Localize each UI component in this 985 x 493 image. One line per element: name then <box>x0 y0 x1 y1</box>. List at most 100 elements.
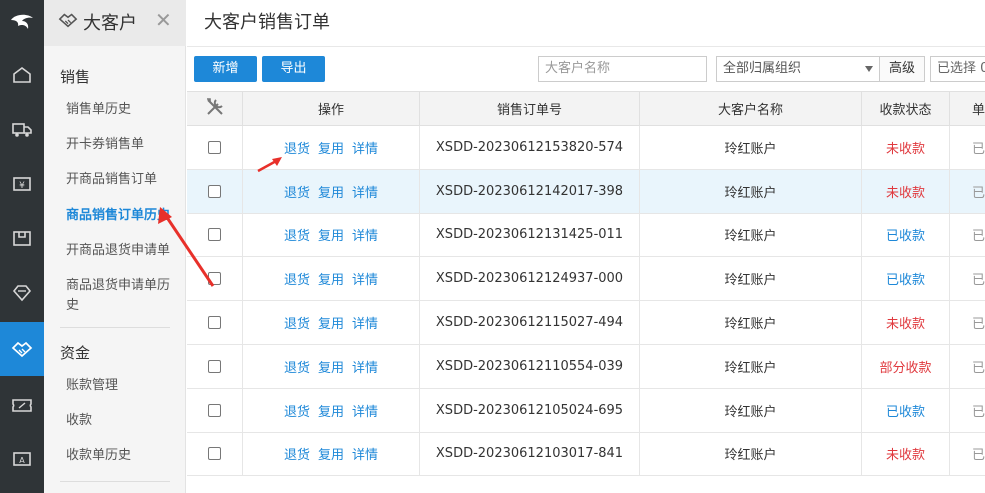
table-row[interactable]: 退货复用详情XSDD-20230612142017-398玲红账户未收款已完成 <box>187 169 985 214</box>
row-select-cell <box>187 432 243 476</box>
details-link[interactable]: 详情 <box>352 401 378 420</box>
return-link[interactable]: 退货 <box>284 357 310 376</box>
customer-name-cell: 玲红账户 <box>640 301 862 344</box>
id-card-icon[interactable]: A <box>0 432 44 486</box>
table-row[interactable]: 退货复用详情XSDD-20230612110554-039玲红账户部分收款已完成 <box>187 345 985 389</box>
return-link[interactable]: 退货 <box>284 269 310 288</box>
row-checkbox[interactable] <box>208 403 221 417</box>
order-no-cell: XSDD-20230612131425-011 <box>420 213 640 257</box>
svg-text:¥: ¥ <box>19 181 25 191</box>
order-no-cell: XSDD-20230612153820-574 <box>420 126 640 169</box>
reuse-link[interactable]: 复用 <box>318 182 344 201</box>
delivery-truck-icon[interactable] <box>0 102 44 156</box>
home-icon[interactable] <box>0 48 44 102</box>
sidebar-item-sales-order-history[interactable]: 商品销售订单历史 <box>66 206 178 226</box>
row-actions: 退货 复用 详情 <box>243 301 420 344</box>
customer-name-cell: 玲红账户 <box>640 257 862 301</box>
box-icon[interactable] <box>0 211 44 265</box>
order-no-cell: XSDD-20230612142017-398 <box>420 169 640 213</box>
row-actions: 退货 复用 详情 <box>243 257 420 301</box>
table-row[interactable]: 退货复用详情XSDD-20230612105024-695玲红账户已收款已完成 <box>187 388 985 433</box>
doc-status-cell: 已完成 <box>950 214 985 257</box>
return-link[interactable]: 退货 <box>284 182 310 201</box>
details-link[interactable]: 详情 <box>352 269 378 288</box>
row-checkbox[interactable] <box>208 184 221 198</box>
customer-name-cell: 玲红账户 <box>640 388 862 432</box>
row-actions: 退货 复用 详情 <box>243 213 420 257</box>
column-header-pay-status: 收款状态 <box>862 92 950 125</box>
return-link[interactable]: 退货 <box>284 138 310 157</box>
return-link[interactable]: 退货 <box>284 444 310 463</box>
column-header-customer: 大客户名称 <box>640 92 862 125</box>
table-row[interactable]: 退货复用详情XSDD-20230612131425-011玲红账户已收款已完成 <box>187 213 985 258</box>
column-settings[interactable] <box>187 92 243 125</box>
reuse-link[interactable]: 复用 <box>318 313 344 332</box>
row-checkbox[interactable] <box>208 140 221 154</box>
org-select[interactable]: 全部归属组织 <box>716 56 880 82</box>
sidebar-item-accounts[interactable]: 账款管理 <box>66 376 178 396</box>
return-link[interactable]: 退货 <box>284 401 310 420</box>
nav-title: 大客户 <box>83 13 137 34</box>
doc-status-cell: 已完成 <box>950 345 985 388</box>
customer-name-input[interactable]: 大客户名称 <box>538 56 707 82</box>
details-link[interactable]: 详情 <box>352 444 378 463</box>
reuse-link[interactable]: 复用 <box>318 357 344 376</box>
row-checkbox[interactable] <box>208 272 221 286</box>
sidebar-item-new-return-request[interactable]: 开商品退货申请单 <box>66 241 178 261</box>
reuse-link[interactable]: 复用 <box>318 225 344 244</box>
pay-status-cell: 未收款 <box>862 301 950 344</box>
pay-status-cell: 未收款 <box>862 432 950 476</box>
header-divider <box>187 46 985 47</box>
doc-status-cell: 已完成 <box>950 257 985 300</box>
logo-icon <box>0 0 44 46</box>
sidebar-nav: 大客户 ✕ 销售 销售单历史 开卡券销售单 开商品销售订单 商品销售订单历史 开… <box>44 0 186 493</box>
sidebar-item-receipt-history[interactable]: 收款单历史 <box>66 446 178 466</box>
row-select-cell <box>187 257 243 301</box>
cash-register-icon[interactable]: ¥ <box>0 157 44 211</box>
details-link[interactable]: 详情 <box>352 225 378 244</box>
customer-name-cell: 玲红账户 <box>640 432 862 476</box>
column-header-actions: 操作 <box>243 92 420 125</box>
return-link[interactable]: 退货 <box>284 313 310 332</box>
nav-header: 大客户 ✕ <box>44 0 186 46</box>
sidebar-item-sales-history[interactable]: 销售单历史 <box>66 100 178 120</box>
export-button[interactable]: 导出 <box>262 56 325 82</box>
sidebar-item-card-coupon-sale[interactable]: 开卡券销售单 <box>66 135 178 155</box>
details-link[interactable]: 详情 <box>352 182 378 201</box>
order-no-cell: XSDD-20230612105024-695 <box>420 388 640 432</box>
diamond-icon[interactable] <box>0 266 44 320</box>
row-checkbox[interactable] <box>208 228 221 242</box>
row-checkbox[interactable] <box>208 359 221 373</box>
sidebar-item-receipt[interactable]: 收款 <box>66 411 178 431</box>
table-header: 操作 销售订单号 大客户名称 收款状态 单据状态 <box>187 91 985 126</box>
sidebar-item-return-request-history[interactable]: 商品退货申请单历史 <box>66 276 178 316</box>
sidebar-item-new-sales-order[interactable]: 开商品销售订单 <box>66 170 178 190</box>
return-link[interactable]: 退货 <box>284 225 310 244</box>
reuse-link[interactable]: 复用 <box>318 269 344 288</box>
new-button[interactable]: 新增 <box>194 56 257 82</box>
row-actions: 退货 复用 详情 <box>243 126 420 169</box>
chevron-down-icon <box>865 66 873 72</box>
reuse-link[interactable]: 复用 <box>318 444 344 463</box>
nav-section-funds: 资金 <box>60 344 91 362</box>
table-row[interactable]: 退货复用详情XSDD-20230612153820-574玲红账户未收款已完成 <box>187 126 985 170</box>
table-row[interactable]: 退货复用详情XSDD-20230612103017-841玲红账户未收款已完成 <box>187 432 985 477</box>
table-row[interactable]: 退货复用详情XSDD-20230612124937-000玲红账户已收款已完成 <box>187 257 985 302</box>
reuse-link[interactable]: 复用 <box>318 138 344 157</box>
handshake-icon[interactable] <box>0 322 44 376</box>
main-content: 大客户销售订单 新增 导出 大客户名称 全部归属组织 高级 已选择 0 操作 销… <box>187 0 985 493</box>
row-checkbox[interactable] <box>208 447 221 461</box>
close-icon[interactable]: ✕ <box>155 8 172 32</box>
row-checkbox[interactable] <box>208 316 221 330</box>
order-no-cell: XSDD-20230612115027-494 <box>420 301 640 344</box>
ticket-icon[interactable] <box>0 378 44 432</box>
advanced-search-button[interactable]: 高级 <box>879 56 925 82</box>
wrench-screwdriver-icon[interactable] <box>204 96 226 122</box>
table-row[interactable]: 退货复用详情XSDD-20230612115027-494玲红账户未收款已完成 <box>187 301 985 345</box>
selected-count[interactable]: 已选择 0 <box>930 56 985 82</box>
column-header-doc-status: 单据状态 <box>950 92 985 125</box>
details-link[interactable]: 详情 <box>352 313 378 332</box>
details-link[interactable]: 详情 <box>352 138 378 157</box>
details-link[interactable]: 详情 <box>352 357 378 376</box>
reuse-link[interactable]: 复用 <box>318 401 344 420</box>
